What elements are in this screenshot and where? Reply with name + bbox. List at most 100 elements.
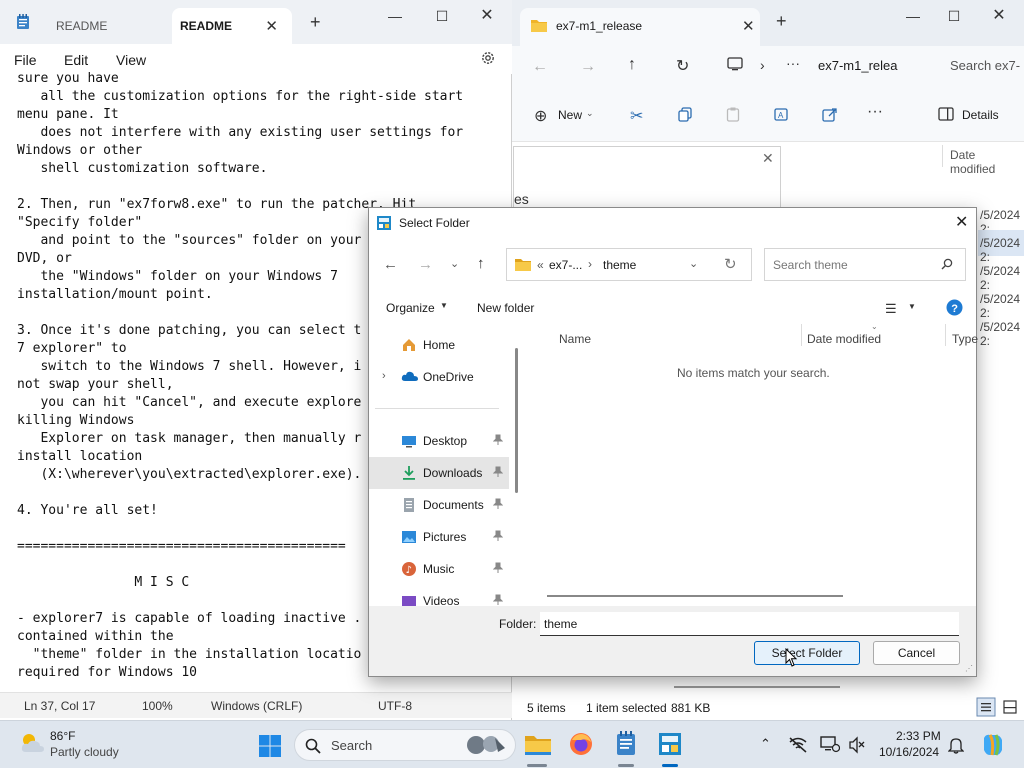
share-icon[interactable] bbox=[822, 107, 838, 122]
nav-item-documents[interactable]: Documents bbox=[369, 489, 509, 521]
back-arrow-icon[interactable]: ← bbox=[383, 256, 398, 273]
maximize-icon[interactable]: ☐ bbox=[427, 6, 457, 26]
network-icon[interactable] bbox=[788, 736, 808, 754]
minimize-icon[interactable]: — bbox=[380, 6, 410, 26]
up-arrow-icon[interactable]: ↑ bbox=[628, 56, 636, 74]
nav-scrollbar[interactable] bbox=[515, 348, 518, 493]
chevron-up-icon[interactable]: ⌃ bbox=[760, 736, 771, 752]
weather-icon[interactable] bbox=[18, 730, 46, 756]
breadcrumb-overflow[interactable]: « bbox=[537, 258, 544, 272]
minimize-icon[interactable]: — bbox=[898, 6, 928, 26]
up-arrow-icon[interactable]: ↑ bbox=[477, 255, 485, 272]
column-date-modified[interactable]: Date modified bbox=[807, 332, 881, 346]
date-modified-column[interactable]: Date modified bbox=[950, 148, 1024, 176]
close-tab-icon[interactable]: ✕ bbox=[742, 17, 755, 35]
recent-chevron-icon[interactable]: ⌄ bbox=[450, 257, 459, 270]
notepad-taskbar-icon[interactable] bbox=[615, 731, 637, 757]
clock-date[interactable]: 10/16/2024 bbox=[879, 745, 939, 759]
nav-item-pictures[interactable]: Pictures bbox=[369, 521, 509, 553]
cancel-button[interactable]: Cancel bbox=[873, 641, 960, 665]
pin-icon[interactable] bbox=[493, 562, 503, 574]
forward-arrow-icon[interactable]: → bbox=[580, 58, 596, 76]
breadcrumb-current[interactable]: theme bbox=[603, 258, 636, 272]
nav-item-desktop[interactable]: Desktop bbox=[369, 425, 509, 457]
close-tab-icon[interactable]: ✕ bbox=[265, 17, 278, 35]
details-view-icon[interactable] bbox=[976, 697, 996, 717]
copy-icon[interactable] bbox=[678, 107, 692, 122]
pin-icon[interactable] bbox=[493, 594, 503, 606]
horizontal-scrollbar[interactable] bbox=[674, 686, 840, 688]
explorer7-taskbar-icon[interactable] bbox=[657, 731, 683, 757]
pin-icon[interactable] bbox=[493, 530, 503, 542]
cut-icon[interactable]: ✂ bbox=[630, 106, 643, 126]
close-window-icon[interactable]: ✕ bbox=[472, 6, 502, 26]
pin-icon[interactable] bbox=[493, 434, 503, 446]
file-explorer-taskbar-icon[interactable] bbox=[524, 733, 552, 757]
explorer-search[interactable]: Search ex7- bbox=[950, 58, 1020, 73]
menu-edit[interactable]: Edit bbox=[64, 52, 88, 68]
close-icon[interactable]: ✕ bbox=[762, 150, 774, 167]
explorer-tab[interactable]: ex7-m1_release ✕ bbox=[520, 8, 760, 46]
new-folder-button[interactable]: New folder bbox=[477, 301, 534, 315]
start-windows-icon[interactable] bbox=[258, 734, 282, 758]
dialog-command-bar: Organize ▼ New folder ☰ ▼ ? bbox=[369, 292, 976, 324]
folder-input[interactable]: theme bbox=[540, 612, 959, 636]
back-arrow-icon[interactable]: ← bbox=[532, 58, 548, 76]
nav-item-music[interactable]: ♪ Music bbox=[369, 553, 509, 585]
nav-item-downloads[interactable]: Downloads bbox=[369, 457, 509, 489]
refresh-icon[interactable]: ↻ bbox=[724, 255, 737, 273]
refresh-icon[interactable]: ↻ bbox=[676, 56, 689, 76]
address-bar[interactable]: « ex7-... › theme ⌄ ↻ bbox=[506, 248, 752, 281]
monitor-icon[interactable] bbox=[726, 56, 744, 72]
nav-item-home[interactable]: Home bbox=[369, 329, 509, 361]
display-icon[interactable] bbox=[820, 735, 840, 753]
pin-icon[interactable] bbox=[493, 466, 503, 478]
weather-temp[interactable]: 86°F bbox=[50, 729, 75, 743]
copilot-icon[interactable] bbox=[980, 732, 1006, 758]
chevron-right-icon[interactable]: › bbox=[382, 370, 386, 382]
help-icon[interactable]: ? bbox=[946, 299, 963, 316]
address-path[interactable]: ex7-m1_relea bbox=[818, 58, 898, 73]
organize-button[interactable]: Organize bbox=[386, 301, 435, 315]
clock-time[interactable]: 2:33 PM bbox=[896, 729, 941, 743]
select-folder-button[interactable]: Select Folder bbox=[754, 641, 860, 665]
nav-item-onedrive[interactable]: › OneDrive bbox=[369, 361, 509, 393]
resize-grip-icon[interactable]: ⋰ bbox=[965, 664, 973, 673]
forward-arrow-icon[interactable]: → bbox=[418, 256, 433, 273]
menu-file[interactable]: File bbox=[14, 52, 37, 68]
column-type[interactable]: Type bbox=[952, 332, 978, 346]
pin-icon[interactable] bbox=[493, 498, 503, 510]
nav-item-videos[interactable]: Videos bbox=[369, 585, 509, 606]
new-tab-icon[interactable]: + bbox=[776, 12, 787, 30]
search-input[interactable]: Search theme bbox=[764, 248, 966, 281]
maximize-icon[interactable]: ☐ bbox=[939, 6, 969, 26]
sound-muted-icon[interactable] bbox=[848, 736, 866, 754]
details-button[interactable]: Details bbox=[962, 108, 999, 122]
new-tab-icon[interactable]: + bbox=[310, 13, 321, 31]
chevron-down-icon[interactable]: ⌄ bbox=[689, 257, 698, 270]
tab-readme-inactive[interactable]: README bbox=[44, 8, 172, 44]
tiles-view-icon[interactable] bbox=[1002, 699, 1018, 715]
rename-icon[interactable]: A bbox=[774, 107, 790, 122]
more-path-icon[interactable]: ··· bbox=[786, 55, 800, 71]
weather-desc[interactable]: Partly cloudy bbox=[50, 745, 119, 759]
menu-view[interactable]: View bbox=[116, 52, 146, 68]
notification-bell-icon[interactable] bbox=[948, 736, 964, 754]
taskbar-search[interactable]: Search bbox=[294, 729, 516, 761]
more-options-icon[interactable]: ··· bbox=[867, 103, 883, 121]
column-name[interactable]: Name bbox=[559, 332, 591, 346]
firefox-icon[interactable] bbox=[569, 732, 593, 756]
view-options-icon[interactable]: ☰ bbox=[885, 301, 897, 317]
dialog-app-icon bbox=[376, 215, 392, 231]
paste-icon[interactable] bbox=[726, 107, 740, 122]
close-dialog-icon[interactable]: ✕ bbox=[955, 212, 968, 232]
breadcrumb-parent[interactable]: ex7-... bbox=[549, 258, 582, 272]
notepad-titlebar: README README ✕ + — ☐ ✕ bbox=[0, 0, 512, 44]
new-button[interactable]: New bbox=[558, 108, 582, 122]
horizontal-scrollbar[interactable] bbox=[547, 595, 843, 597]
running-indicator bbox=[618, 764, 634, 767]
close-window-icon[interactable]: ✕ bbox=[984, 6, 1014, 26]
settings-gear-icon[interactable] bbox=[480, 50, 496, 66]
tab-readme-active[interactable]: README ✕ bbox=[172, 8, 292, 44]
chevron-down-icon[interactable]: ▼ bbox=[908, 302, 916, 311]
